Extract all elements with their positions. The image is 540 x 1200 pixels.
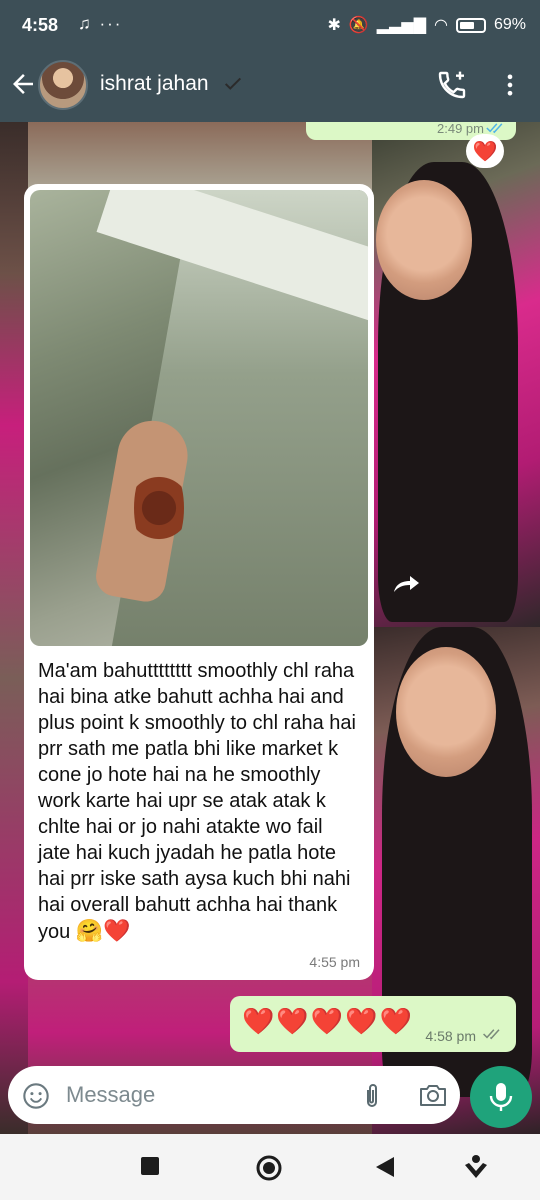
photo-face bbox=[376, 180, 472, 300]
mute-icon: 🔕 bbox=[348, 17, 369, 34]
message-time: 4:58 pm bbox=[425, 1028, 476, 1044]
battery-percent: 69% bbox=[493, 16, 526, 33]
read-ticks-icon bbox=[486, 123, 503, 134]
message-time: 4:55 pm bbox=[309, 954, 360, 970]
home-button-icon[interactable] bbox=[255, 1154, 283, 1182]
back-button-icon[interactable] bbox=[374, 1156, 396, 1178]
wifi-icon: ◠ bbox=[434, 17, 448, 34]
message-composer bbox=[8, 1066, 460, 1124]
system-navigation-bar bbox=[0, 1134, 540, 1200]
image-mehndi bbox=[134, 458, 184, 558]
status-right: ✱ 🔕 ▂▃▅▇ ◠ 69% bbox=[327, 15, 526, 35]
microphone-icon bbox=[489, 1083, 513, 1111]
add-call-icon[interactable] bbox=[436, 69, 468, 101]
outgoing-message[interactable]: ❤️❤️❤️❤️❤️ 4:58 pm bbox=[230, 996, 516, 1052]
chat-area[interactable]: 2:49 pm ❤️ Ma'am bahutttttttt smoothly c… bbox=[0, 122, 540, 1134]
more-options-icon[interactable] bbox=[496, 70, 524, 100]
status-time: 4:58 bbox=[22, 15, 59, 35]
message-input[interactable] bbox=[66, 1078, 346, 1112]
incoming-message[interactable]: Ma'am bahutttttttt smoothly chl raha hai… bbox=[24, 184, 374, 980]
emoji-icon[interactable] bbox=[22, 1082, 50, 1110]
battery-icon bbox=[455, 17, 486, 33]
message-emojis: 🤗❤️ bbox=[75, 918, 131, 943]
message-body: Ma'am bahutttttttt smoothly chl raha hai… bbox=[38, 660, 356, 943]
chat-header: ishrat jahan bbox=[0, 52, 540, 122]
camera-icon[interactable] bbox=[418, 1082, 448, 1108]
photo-message-top[interactable] bbox=[372, 122, 540, 627]
delivered-ticks-icon bbox=[483, 1029, 500, 1040]
attach-icon[interactable] bbox=[360, 1082, 384, 1110]
notification-icons: ♫ ··· bbox=[78, 14, 123, 33]
back-arrow-icon[interactable] bbox=[8, 69, 38, 99]
checkmark-icon bbox=[224, 77, 242, 90]
message-image[interactable] bbox=[30, 190, 368, 646]
message-hearts: ❤️❤️❤️❤️❤️ bbox=[242, 1006, 414, 1036]
photo-face bbox=[396, 647, 496, 777]
signal-icon: ▂▃▅▇ bbox=[376, 17, 426, 34]
bluetooth-icon: ✱ bbox=[327, 17, 341, 34]
heart-reaction[interactable]: ❤️ bbox=[466, 134, 504, 168]
contact-name[interactable]: ishrat jahan bbox=[100, 72, 209, 96]
recents-button-icon[interactable] bbox=[140, 1156, 160, 1176]
message-text: Ma'am bahutttttttt smoothly chl raha hai… bbox=[30, 646, 368, 945]
photo-message-bottom[interactable] bbox=[372, 627, 540, 1134]
voice-record-button[interactable] bbox=[470, 1066, 532, 1128]
contact-avatar[interactable] bbox=[38, 60, 88, 110]
status-bar: 4:58 ♫ ··· ✱ 🔕 ▂▃▅▇ ◠ 69% bbox=[0, 0, 540, 52]
assistant-button-icon[interactable] bbox=[462, 1154, 490, 1180]
forward-icon[interactable] bbox=[392, 572, 422, 594]
